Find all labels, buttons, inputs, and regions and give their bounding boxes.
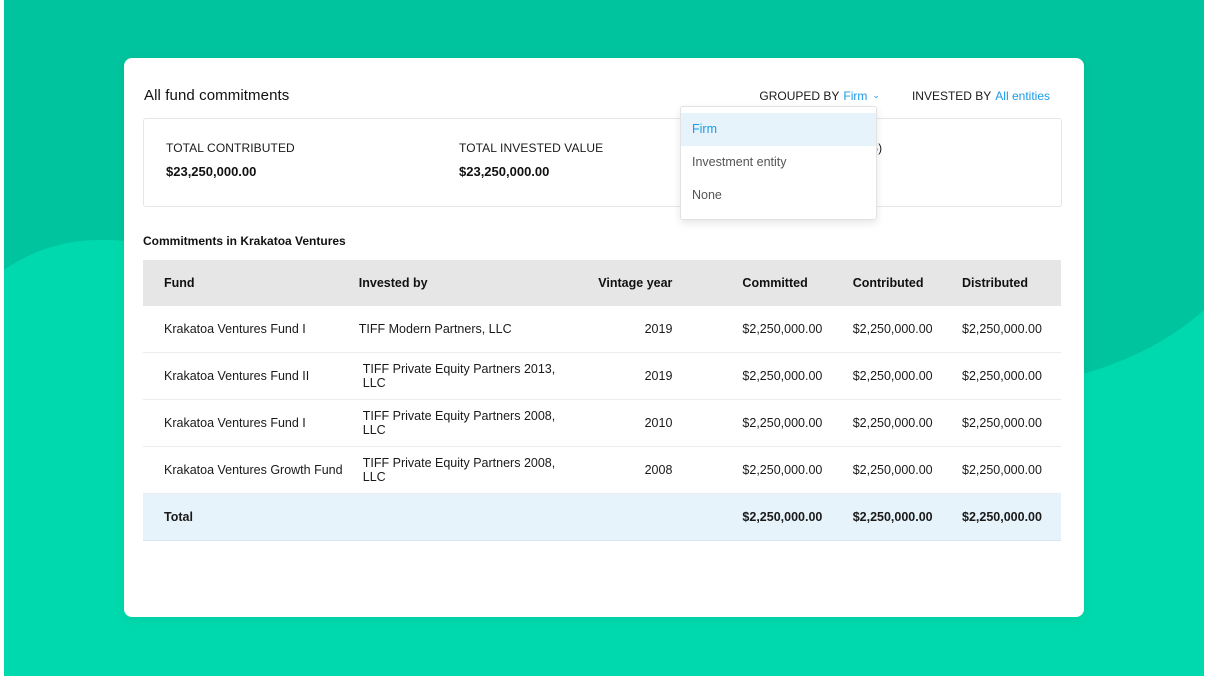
cell-invested-by-text: TIFF Private Equity Partners 2008, LLC [362, 456, 556, 484]
card-header: All fund commitments GROUPED BY Firm ⌄ I… [144, 87, 1064, 107]
column-header-committed[interactable]: Committed [672, 260, 852, 306]
cell-distributed: $2,250,000.00 [962, 322, 1042, 336]
invested-by-filter[interactable]: INVESTED BY All entities [912, 89, 1050, 103]
page-title: All fund commitments [144, 87, 290, 104]
filter-bar: GROUPED BY Firm ⌄ INVESTED BY All entiti… [759, 89, 1050, 103]
cell-vintage-year: 2010 [644, 416, 673, 430]
cell-committed: $2,250,000.00 [742, 463, 823, 477]
cell-contributed: $2,250,000.00 [852, 369, 933, 383]
column-header-vintage-year[interactable]: Vintage year [575, 260, 672, 306]
invested-by-label: INVESTED BY [911, 89, 992, 103]
stat-total-invested-value: TOTAL INVESTED VALUE $23,250,000.00 [459, 141, 603, 179]
cell-committed: $2,250,000.00 [742, 369, 823, 383]
cell-fund: Krakatoa Ventures Fund I [164, 322, 306, 336]
commitments-table: Fund Invested by Vintage year Committed … [143, 260, 1061, 541]
cell-fund: Krakatoa Ventures Fund II [164, 369, 310, 383]
cell-fund: Krakatoa Ventures Fund I [164, 416, 306, 430]
grouped-by-filter[interactable]: GROUPED BY Firm ⌄ [759, 89, 880, 103]
dropdown-option-investment-entity[interactable]: Investment entity [681, 146, 876, 179]
cell-invested-by-text: TIFF Private Equity Partners 2013, LLC [362, 362, 556, 390]
column-header-distributed[interactable]: Distributed [962, 260, 1061, 306]
cell-committed: $2,250,000.00 [742, 322, 823, 336]
cell-empty [575, 494, 672, 541]
background: All fund commitments GROUPED BY Firm ⌄ I… [4, 0, 1204, 676]
cell-contributed: $2,250,000.00 [852, 322, 933, 336]
table-total-row: Total $2,250,000.00 $2,250,000.00 $2,250… [143, 493, 1061, 541]
cell-distributed: $2,250,000.00 [962, 369, 1042, 383]
stat-label: TOTAL INVESTED VALUE [459, 141, 604, 155]
cell-distributed: $2,250,000.00 [962, 463, 1042, 477]
cell-committed: $2,250,000.00 [742, 416, 823, 430]
dropdown-option-firm[interactable]: Firm [681, 113, 876, 146]
stat-label: TOTAL CONTRIBUTED [166, 141, 295, 155]
cell-fund: Krakatoa Ventures Growth Fund [164, 463, 343, 477]
cell-total-committed: $2,250,000.00 [742, 510, 823, 524]
cell-invested-by: TIFF Private Equity Partners 2008, LLC [359, 447, 576, 494]
table-row[interactable]: Krakatoa Ventures Fund II TIFF Private E… [143, 353, 1061, 400]
grouped-by-value[interactable]: Firm [843, 89, 867, 103]
cell-contributed: $2,250,000.00 [852, 463, 933, 477]
cell-distributed: $2,250,000.00 [962, 416, 1042, 430]
cell-vintage-year: 2008 [644, 463, 673, 477]
cell-invested-by-text: TIFF Private Equity Partners 2008, LLC [362, 409, 556, 437]
table-row[interactable]: Krakatoa Ventures Fund I TIFF Modern Par… [143, 306, 1061, 353]
commitments-card: All fund commitments GROUPED BY Firm ⌄ I… [124, 58, 1084, 617]
chevron-down-icon[interactable]: ⌄ [872, 90, 880, 101]
dropdown-option-none[interactable]: None [681, 179, 876, 212]
stat-value: $23,250,000.00 [459, 164, 550, 179]
cell-total-label: Total [164, 510, 193, 524]
cell-total-contributed: $2,250,000.00 [852, 510, 933, 524]
column-header-fund[interactable]: Fund [143, 260, 359, 306]
stat-value: $23,250,000.00 [166, 164, 257, 179]
column-header-invested-by[interactable]: Invested by [359, 260, 576, 306]
invested-by-value[interactable]: All entities [995, 89, 1050, 103]
cell-empty [359, 494, 576, 541]
cell-invested-by: TIFF Private Equity Partners 2008, LLC [359, 400, 576, 447]
grouped-by-dropdown-menu: Firm Investment entity None [680, 106, 877, 220]
table-row[interactable]: Krakatoa Ventures Fund I TIFF Private Eq… [143, 400, 1061, 447]
section-title: Commitments in Krakatoa Ventures [143, 234, 346, 248]
summary-panel: TOTAL CONTRIBUTED $23,250,000.00 TOTAL I… [143, 118, 1062, 207]
cell-invested-by: TIFF Private Equity Partners 2013, LLC [359, 353, 576, 400]
cell-vintage-year: 2019 [644, 369, 673, 383]
table-header-row: Fund Invested by Vintage year Committed … [143, 260, 1061, 306]
stat-total-contributed: TOTAL CONTRIBUTED $23,250,000.00 [166, 141, 295, 179]
cell-invested-by-text: TIFF Modern Partners, LLC [358, 322, 512, 336]
cell-total-distributed: $2,250,000.00 [962, 510, 1042, 524]
grouped-by-label: GROUPED BY [759, 89, 840, 103]
table-row[interactable]: Krakatoa Ventures Growth Fund TIFF Priva… [143, 447, 1061, 494]
cell-contributed: $2,250,000.00 [852, 416, 933, 430]
cell-vintage-year: 2019 [644, 322, 673, 336]
cell-invested-by: TIFF Modern Partners, LLC [359, 306, 576, 353]
column-header-contributed[interactable]: Contributed [853, 260, 962, 306]
